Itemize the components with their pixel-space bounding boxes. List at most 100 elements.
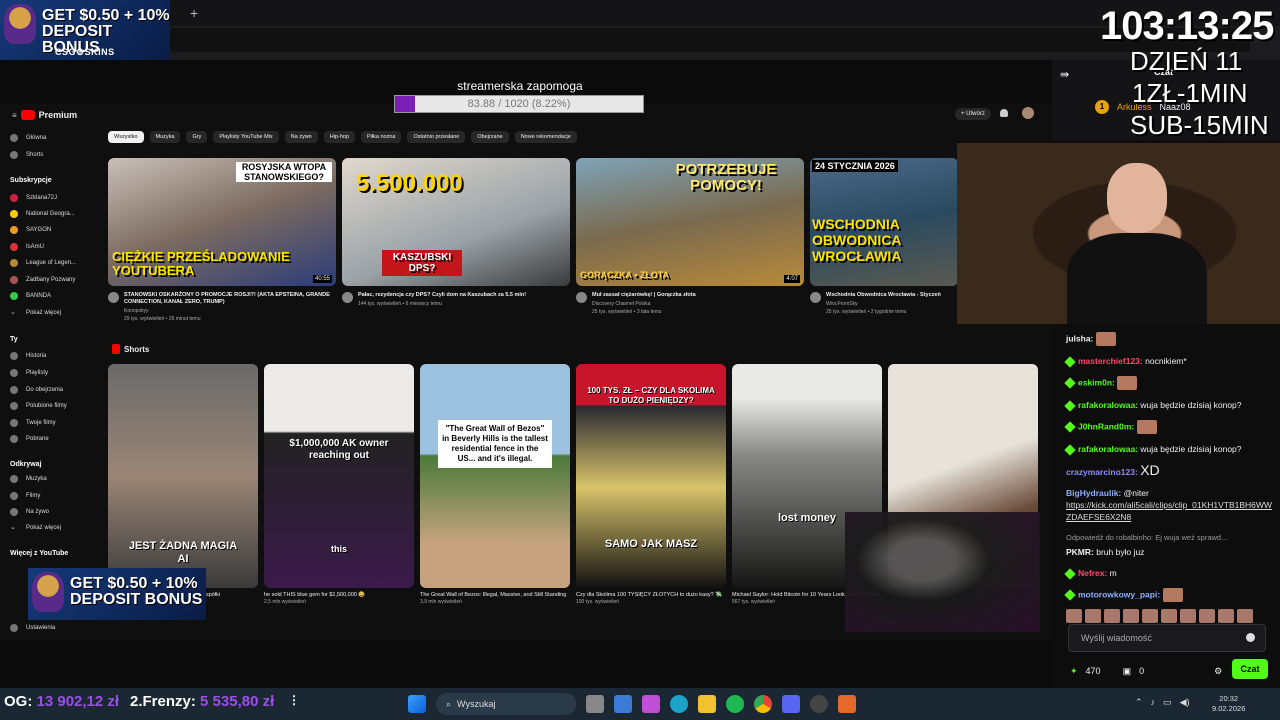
sidebar-sub[interactable]: National Geogra... <box>10 210 75 218</box>
chip[interactable]: Playlisty YouTube Mix <box>213 131 279 143</box>
points-icon[interactable]: ✦ <box>1070 666 1078 677</box>
channel-name[interactable]: Discovery Channel Polska <box>592 301 696 307</box>
channel-avatar[interactable] <box>108 292 119 303</box>
sidebar-sub[interactable]: Szklana72J <box>10 194 57 202</box>
steam-icon[interactable] <box>810 695 828 713</box>
sidebar-sub[interactable]: League of Legen... <box>10 259 76 267</box>
mic-icon[interactable]: ♪ <box>1151 697 1156 708</box>
chrome-icon[interactable] <box>754 695 772 713</box>
video-thumbnail[interactable]: 24 STYCZNIA 2026 WSCHODNIA OBWODNICA WRO… <box>810 158 958 286</box>
sidebar-item-downloads[interactable]: Pobrane <box>10 435 49 443</box>
sidebar-show-more[interactable]: ⌄ Pokaż więcej <box>10 309 61 317</box>
channel-avatar[interactable] <box>810 292 821 303</box>
clock[interactable]: 20:32 9.02.2026 <box>1212 694 1245 714</box>
short-title[interactable]: Czy dla Skolima 100 TYSIĘCY ZŁOTYCH to d… <box>576 592 726 599</box>
channel-name[interactable]: Konopskyy <box>124 308 336 314</box>
video-thumbnail[interactable]: POTRZEBUJE POMOCY! GORĄCZKA • ZŁOTA 4:07 <box>576 158 804 286</box>
sidebar-item-live[interactable]: Na żywo <box>10 508 49 516</box>
chat-username[interactable]: crazymarcino123: <box>1066 467 1138 477</box>
chat-username[interactable]: motorowkowy_papi: <box>1078 589 1160 599</box>
edge-icon[interactable] <box>670 695 688 713</box>
ad-banner-bottom[interactable]: GET $0.50 + 10% DEPOSIT BONUS <box>28 568 206 620</box>
chip[interactable]: Nowe rekomendacje <box>514 131 577 143</box>
chat-username[interactable]: J0hnRand0m: <box>1078 421 1134 431</box>
sidebar-item-your-videos[interactable]: Twoje filmy <box>10 419 56 427</box>
bell-icon[interactable] <box>1000 109 1008 117</box>
task-view-icon[interactable] <box>586 695 604 713</box>
reply-preview[interactable]: Odpowiedź do robalbinho: Ej wuja weź spr… <box>1066 532 1272 544</box>
channel-avatar[interactable] <box>342 292 353 303</box>
chip[interactable]: Na żywo <box>284 131 318 143</box>
sidebar-item-playlists[interactable]: Playlisty <box>10 369 48 377</box>
video-card[interactable]: CIĘŻKIE PRZEŚLADOWANIE YOUTUBERA ROSYJSK… <box>108 158 336 322</box>
youtube-logo[interactable]: ≡ Premium <box>12 110 77 120</box>
chip[interactable]: Muzyka <box>149 131 181 143</box>
chevron-up-icon[interactable]: ⌃ <box>1135 697 1143 708</box>
chip[interactable]: Obejrzane <box>471 131 509 143</box>
chat-username[interactable]: Nefrex: <box>1078 568 1107 578</box>
sidebar-item-music[interactable]: Muzyka <box>10 475 47 483</box>
avatar[interactable] <box>1022 107 1034 119</box>
sidebar-show-more[interactable]: ⌄ Pokaż więcej <box>10 524 61 532</box>
chat-username[interactable]: julsha: <box>1066 333 1093 343</box>
taskbar-search[interactable]: ⌕ Wyszukaj <box>436 693 576 715</box>
short-thumbnail[interactable]: 100 TYS. ZŁ – CZY DLA SKOLIMA TO DUŻO PI… <box>576 364 726 588</box>
create-button[interactable]: + Utwórz <box>955 108 991 120</box>
chip[interactable]: Gry <box>186 131 208 143</box>
video-title[interactable]: Pałac, rezydencja czy DPS? Czyli dom na … <box>358 292 526 299</box>
chat-username[interactable]: rafakoralowaa: <box>1078 444 1138 454</box>
short-thumbnail[interactable]: "The Great Wall of Bezos" in Beverly Hil… <box>420 364 570 588</box>
short-card[interactable]: $1,000,000 AK owner reaching out this he… <box>264 364 414 605</box>
video-thumbnail[interactable]: CIĘŻKIE PRZEŚLADOWANIE YOUTUBERA ROSYJSK… <box>108 158 336 286</box>
address-bar[interactable] <box>170 28 1250 52</box>
sidebar-item-watch-later[interactable]: Do obejrzenia <box>10 386 63 394</box>
channel-name[interactable]: WrocFromSky <box>826 301 941 307</box>
chat-username[interactable]: BigHydraulik: <box>1066 488 1121 498</box>
chat-username[interactable]: masterchief123: <box>1078 356 1143 366</box>
short-card[interactable]: JEST ŻADNA MAGIA AI spółki <box>108 364 258 599</box>
sidebar-item-settings[interactable]: Ustawienia <box>10 624 55 632</box>
sidebar-item-home[interactable]: Główna <box>10 134 46 142</box>
video-title[interactable]: Wschodnia Obwodnica Wrocławia - Styczeń <box>826 292 941 299</box>
sidebar-sub[interactable]: BANNDA <box>10 292 51 300</box>
video-title[interactable]: STANOWSKI OSKARŻONY O PROMOCJE ROSJI?! (… <box>124 292 336 306</box>
chip[interactable]: Piłka nożna <box>361 131 402 143</box>
chat-username[interactable]: rafakoralowaa: <box>1078 400 1138 410</box>
discord-icon[interactable] <box>782 695 800 713</box>
video-title[interactable]: Muł zassał ciężarówkę! | Gorączka złota <box>592 292 696 299</box>
you-heading[interactable]: Ty <box>10 336 18 343</box>
store-icon[interactable] <box>614 695 632 713</box>
emoji-icon[interactable] <box>1246 633 1255 642</box>
sidebar-sub[interactable]: IsAmU <box>10 243 44 251</box>
channel-avatar[interactable] <box>576 292 587 303</box>
send-chat-button[interactable]: Czat <box>1232 659 1268 679</box>
video-card[interactable]: POTRZEBUJE POMOCY! GORĄCZKA • ZŁOTA 4:07… <box>576 158 804 315</box>
chat-username[interactable]: eskim0n: <box>1078 377 1115 387</box>
sidebar-sub[interactable]: SAYGON <box>10 226 51 234</box>
chat-username[interactable]: PKMR: <box>1066 547 1094 557</box>
folder-icon[interactable] <box>698 695 716 713</box>
gift-icon[interactable]: ▣ <box>1123 666 1132 677</box>
network-icon[interactable]: ▭ <box>1163 697 1172 708</box>
subs-heading[interactable]: Subskrypcje <box>10 177 52 184</box>
ad-banner-top[interactable]: GET $0.50 + 10% DEPOSIT BONUS CSG⚙SKINS <box>0 0 170 60</box>
short-title[interactable]: The Great Wall of Bezos: Illegal, Massiv… <box>420 592 570 599</box>
spotify-icon[interactable] <box>726 695 744 713</box>
sidebar-sub[interactable]: Zadbany Pozwany <box>10 276 75 284</box>
sidebar-item-movies[interactable]: Filmy <box>10 492 40 500</box>
video-card[interactable]: 24 STYCZNIA 2026 WSCHODNIA OBWODNICA WRO… <box>810 158 958 315</box>
short-card[interactable]: 100 TYS. ZŁ – CZY DLA SKOLIMA TO DUŻO PI… <box>576 364 726 605</box>
sidebar-item-liked[interactable]: Polubione filmy <box>10 402 67 410</box>
chip[interactable]: Ostatnio przesłane <box>407 131 466 143</box>
chat-link[interactable]: https://kick.com/ali5cali/clips/clip_01K… <box>1066 500 1272 522</box>
copilot-icon[interactable] <box>642 695 660 713</box>
chip[interactable]: Hip-hop <box>323 131 356 143</box>
new-tab-button[interactable]: + <box>190 5 198 21</box>
gear-icon[interactable]: ⚙ <box>1214 666 1222 677</box>
short-thumbnail[interactable]: $1,000,000 AK owner reaching out this <box>264 364 414 588</box>
short-thumbnail[interactable]: JEST ŻADNA MAGIA AI <box>108 364 258 588</box>
windows-start-icon[interactable] <box>408 695 426 713</box>
video-thumbnail[interactable]: 5.500.000 KASZUBSKI DPS? <box>342 158 570 286</box>
menu-icon[interactable]: ⇛ <box>1060 68 1069 81</box>
volume-icon[interactable]: ◀) <box>1180 697 1190 708</box>
